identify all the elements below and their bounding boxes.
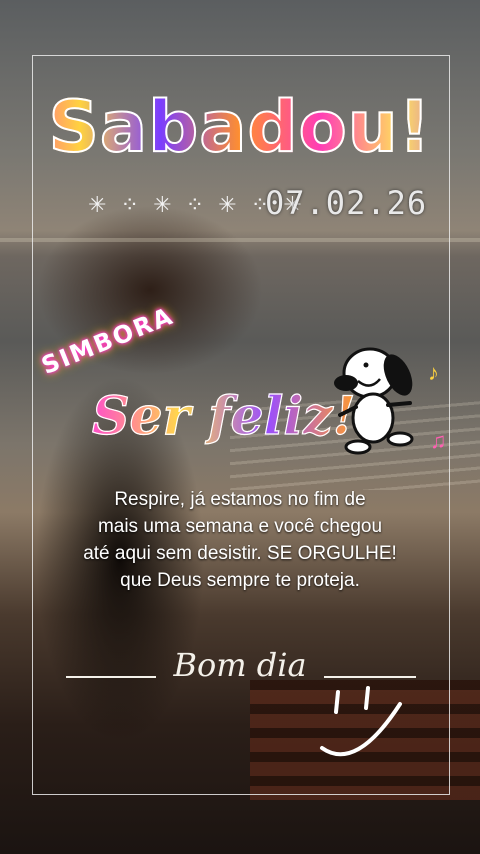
- greeting-card: Sabadou! ✳ ⁘ ✳ ⁘ ✳ ⁘ ✳ 07.02.26 SIMBORA …: [0, 0, 480, 854]
- message-line: até aqui sem desistir. SE ORGULHE!: [83, 543, 397, 564]
- page-title: Sabadou!: [0, 85, 480, 169]
- message-line: que Deus sempre te proteja.: [120, 570, 360, 591]
- message-line: mais uma semana e você chegou: [97, 516, 383, 537]
- greeting-text: Bom dia: [173, 646, 307, 684]
- ser-feliz-label: Ser feliz!: [91, 385, 356, 447]
- snoopy-dancing-icon: [334, 347, 414, 455]
- music-note-icon: ♪: [428, 360, 439, 385]
- message-text: Respire, já estamos no fim de mais uma s…: [60, 486, 420, 594]
- date-label: 07.02.26: [265, 184, 428, 222]
- music-note-icon: ♫: [430, 428, 447, 453]
- message-line: Respire, já estamos no fim de: [114, 489, 366, 510]
- smiley-icon: [320, 686, 402, 757]
